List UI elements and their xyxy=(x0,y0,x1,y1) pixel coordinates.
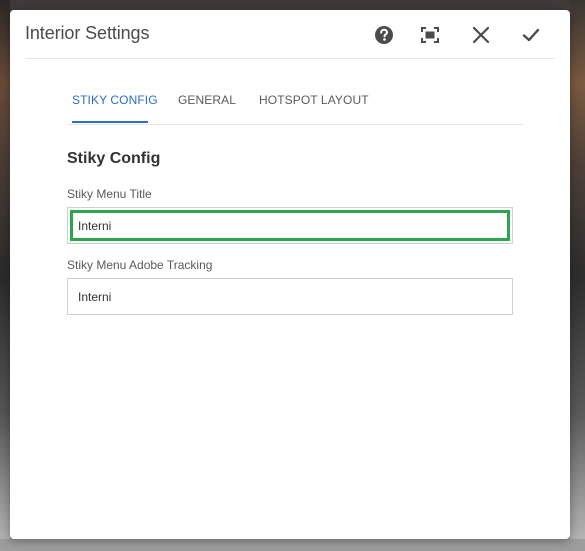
background-right xyxy=(570,0,585,551)
settings-dialog: Interior Settings STIKY CONFIG GENERAL H… xyxy=(10,10,570,539)
tab-stiky-config[interactable]: STIKY CONFIG xyxy=(72,93,158,107)
stiky-menu-adobe-tracking-label: Stiky Menu Adobe Tracking xyxy=(67,258,213,272)
tab-hotspot-layout[interactable]: HOTSPOT LAYOUT xyxy=(259,93,369,107)
dialog-title: Interior Settings xyxy=(25,23,150,43)
close-button[interactable] xyxy=(468,22,494,48)
section-title: Stiky Config xyxy=(67,150,161,167)
stiky-menu-adobe-tracking-field xyxy=(67,278,513,315)
stiky-menu-title-input[interactable] xyxy=(68,208,512,243)
tab-general[interactable]: GENERAL xyxy=(178,93,236,107)
fullscreen-button[interactable] xyxy=(417,22,443,48)
stiky-menu-adobe-tracking-input[interactable] xyxy=(68,279,512,314)
help-button[interactable] xyxy=(371,22,397,48)
close-icon xyxy=(472,26,490,44)
stiky-menu-title-field xyxy=(67,207,513,244)
stiky-menu-title-label: Stiky Menu Title xyxy=(67,187,152,201)
tab-bar: STIKY CONFIG GENERAL HOTSPOT LAYOUT xyxy=(67,82,523,125)
background-bottom xyxy=(0,539,585,551)
fullscreen-icon xyxy=(421,27,439,43)
help-icon xyxy=(374,25,394,45)
dialog-header: Interior Settings xyxy=(10,10,570,58)
done-icon xyxy=(522,27,540,43)
done-button[interactable] xyxy=(518,22,544,48)
header-divider xyxy=(25,58,555,59)
active-tab-indicator xyxy=(72,121,148,123)
background-left xyxy=(0,0,10,551)
